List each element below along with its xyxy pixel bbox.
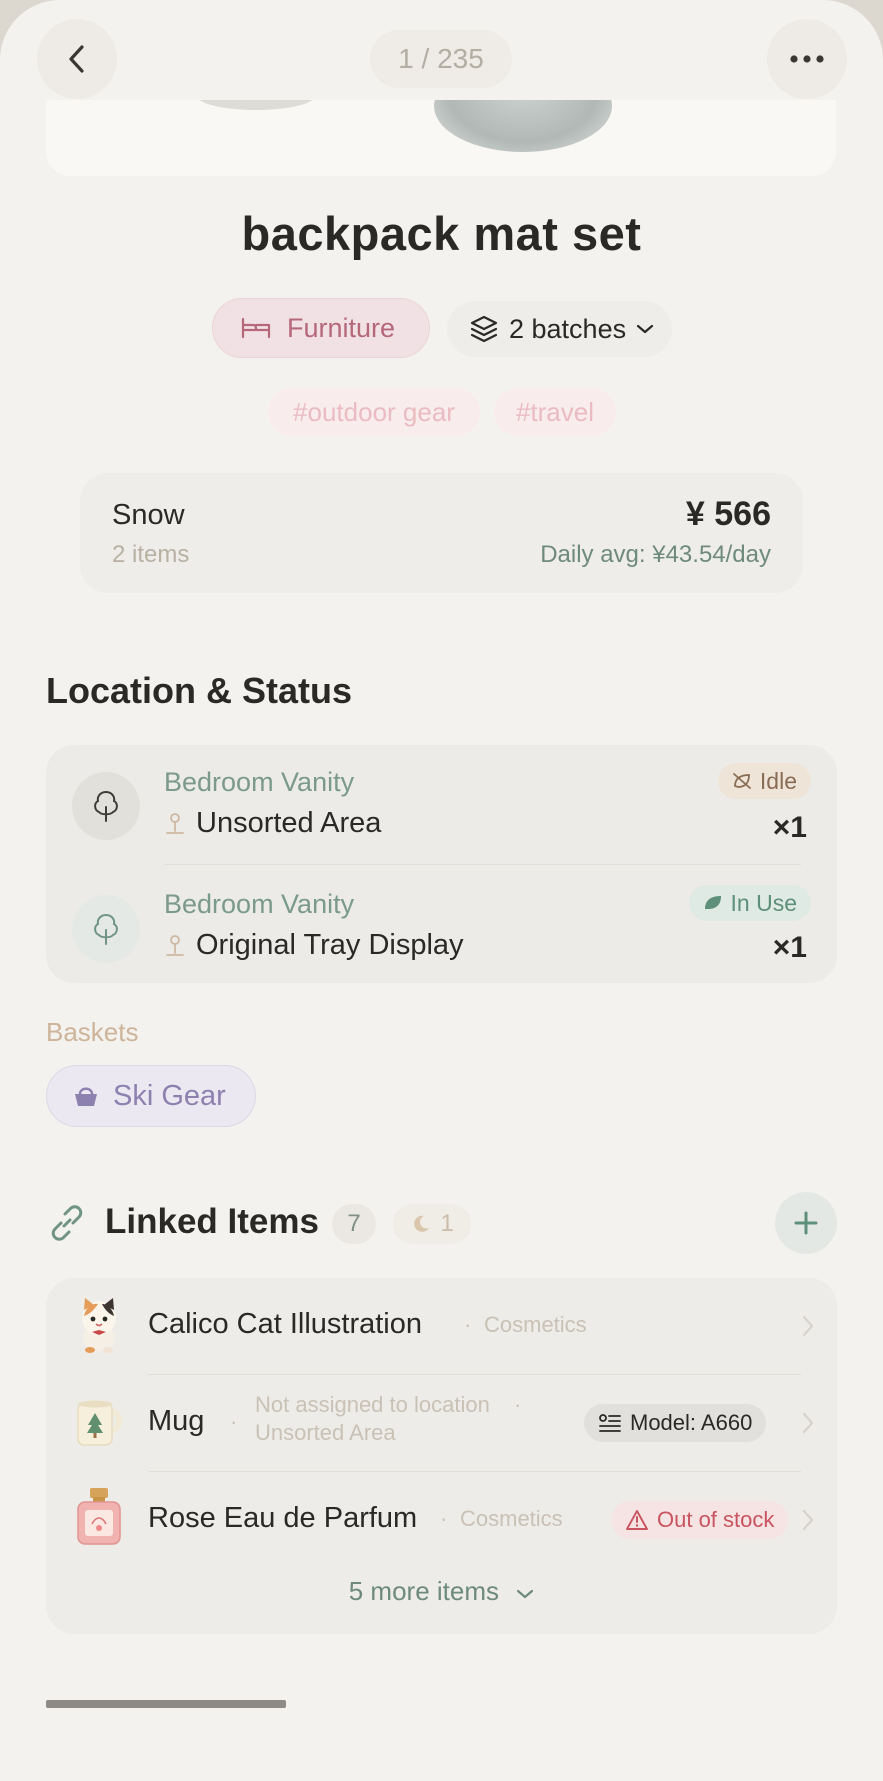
linked-item-spot: Unsorted Area — [255, 1420, 396, 1445]
separator-dot: · — [464, 1312, 472, 1337]
chevron-right-icon — [802, 1315, 814, 1337]
location-spot-label: Original Tray Display — [196, 929, 464, 961]
summary-name: Snow — [112, 499, 185, 531]
show-more-label: 5 more items — [348, 1576, 500, 1606]
pin-icon — [166, 934, 184, 956]
linked-count-badge: 7 — [332, 1204, 376, 1244]
show-more-items-button[interactable]: 5 more items — [46, 1576, 837, 1607]
model-badge[interactable]: Model: A660 — [584, 1404, 767, 1442]
mug-thumbnail — [77, 1400, 122, 1446]
status-badge-in-use[interactable]: In Use — [688, 885, 811, 921]
linked-item-name: Mug — [148, 1405, 205, 1437]
tree-icon — [72, 772, 140, 840]
layers-icon — [470, 315, 498, 343]
linked-item-category: Cosmetics — [484, 1312, 587, 1337]
status-label: In Use — [730, 889, 797, 916]
linked-items-heading: Linked Items — [105, 1202, 319, 1241]
more-options-button[interactable] — [767, 19, 847, 99]
summary-price: ¥ 566 — [685, 495, 771, 533]
location-status-heading: Location & Status — [46, 670, 353, 711]
linked-item-name: Calico Cat Illustration — [148, 1308, 422, 1340]
category-label: Furniture — [287, 312, 396, 343]
quantity: ×1 — [772, 811, 807, 844]
model-badge-label: Model: A660 — [630, 1410, 753, 1435]
tag-outdoor-gear[interactable]: #outdoor gear — [268, 388, 480, 436]
next-section-heading-clipped — [46, 1700, 286, 1708]
separator-dot: · — [230, 1409, 238, 1434]
bottom-fade — [0, 1708, 883, 1781]
location-spot: Unsorted Area — [164, 807, 381, 840]
location-spot: Original Tray Display — [164, 929, 464, 962]
summary-card: Snow 2 items ¥ 566 Daily avg: ¥43.54/day — [80, 473, 803, 593]
location-card: Bedroom Vanity Unsorted Area Idle ×1 Bed… — [46, 745, 837, 983]
basket-chip-ski-gear[interactable]: Ski Gear — [46, 1065, 256, 1127]
linked-items-list: Calico Cat Illustration · Cosmetics Mug … — [46, 1278, 837, 1634]
ellipsis-icon — [790, 55, 824, 63]
back-button[interactable] — [37, 19, 117, 99]
linked-item-name: Rose Eau de Parfum — [148, 1502, 418, 1534]
linked-item-location: Not assigned to location — [255, 1392, 490, 1417]
perfume-bottle-thumbnail — [77, 1488, 121, 1545]
status-label: Idle — [759, 767, 797, 794]
baskets-heading: Baskets — [46, 1017, 139, 1047]
batches-label: 2 batches — [509, 313, 627, 344]
bed-icon — [241, 317, 271, 339]
linked-item-row[interactable]: Calico Cat Illustration · Cosmetics — [46, 1278, 837, 1374]
basket-label: Ski Gear — [113, 1079, 226, 1112]
location-row[interactable]: Bedroom Vanity Original Tray Display In … — [46, 865, 837, 983]
linked-item-row[interactable]: Mug · Not assigned to location · Unsorte… — [46, 1375, 837, 1471]
separator-dot: · — [440, 1506, 448, 1531]
summary-daily-avg: Daily avg: ¥43.54/day — [540, 541, 771, 568]
out-of-stock-badge[interactable]: Out of stock — [611, 1501, 789, 1539]
batches-dropdown[interactable]: 2 batches — [447, 301, 672, 357]
location-row[interactable]: Bedroom Vanity Unsorted Area Idle ×1 — [46, 745, 837, 864]
link-icon — [51, 1205, 83, 1241]
chevron-left-icon — [69, 45, 84, 73]
location-spot-label: Unsorted Area — [196, 807, 382, 839]
linked-item-category: Cosmetics — [460, 1506, 563, 1531]
pending-badge: 1 — [393, 1204, 471, 1244]
chevron-right-icon — [802, 1412, 814, 1434]
cat-illustration-thumbnail — [82, 1298, 116, 1353]
tree-icon — [72, 895, 140, 963]
status-badge-idle[interactable]: Idle — [717, 763, 811, 799]
tag-travel[interactable]: #travel — [494, 388, 616, 436]
photo-object — [434, 100, 612, 152]
category-chip[interactable]: Furniture — [212, 298, 430, 358]
location-area: Bedroom Vanity — [164, 767, 355, 797]
pending-count: 1 — [440, 1210, 454, 1237]
warning-triangle-icon — [626, 1510, 648, 1530]
linked-item-row[interactable]: Rose Eau de Parfum · Cosmetics Out of st… — [46, 1472, 837, 1568]
quantity: ×1 — [772, 931, 807, 964]
pin-icon — [166, 812, 184, 834]
id-card-icon — [599, 1414, 621, 1432]
summary-count: 2 items — [112, 541, 190, 568]
plus-icon — [794, 1211, 818, 1235]
chevron-down-icon — [517, 1589, 534, 1599]
moon-icon — [414, 1215, 430, 1232]
leaf-off-icon — [733, 773, 751, 789]
leaf-icon — [704, 896, 721, 909]
item-photo[interactable] — [46, 100, 836, 176]
add-linked-item-button[interactable] — [775, 1192, 837, 1254]
basket-icon — [75, 1087, 97, 1106]
item-title: backpack mat set — [241, 207, 642, 260]
chevron-right-icon — [802, 1509, 814, 1531]
photo-shadow — [196, 100, 316, 110]
out-of-stock-label: Out of stock — [657, 1507, 775, 1532]
item-counter: 1 / 235 — [370, 30, 512, 88]
item-detail-screen: 1 / 235 backpack mat set Furniture 2 bat… — [0, 0, 883, 1781]
location-area: Bedroom Vanity — [164, 889, 355, 919]
separator-dot: · — [514, 1392, 522, 1417]
chevron-down-icon — [636, 324, 654, 334]
